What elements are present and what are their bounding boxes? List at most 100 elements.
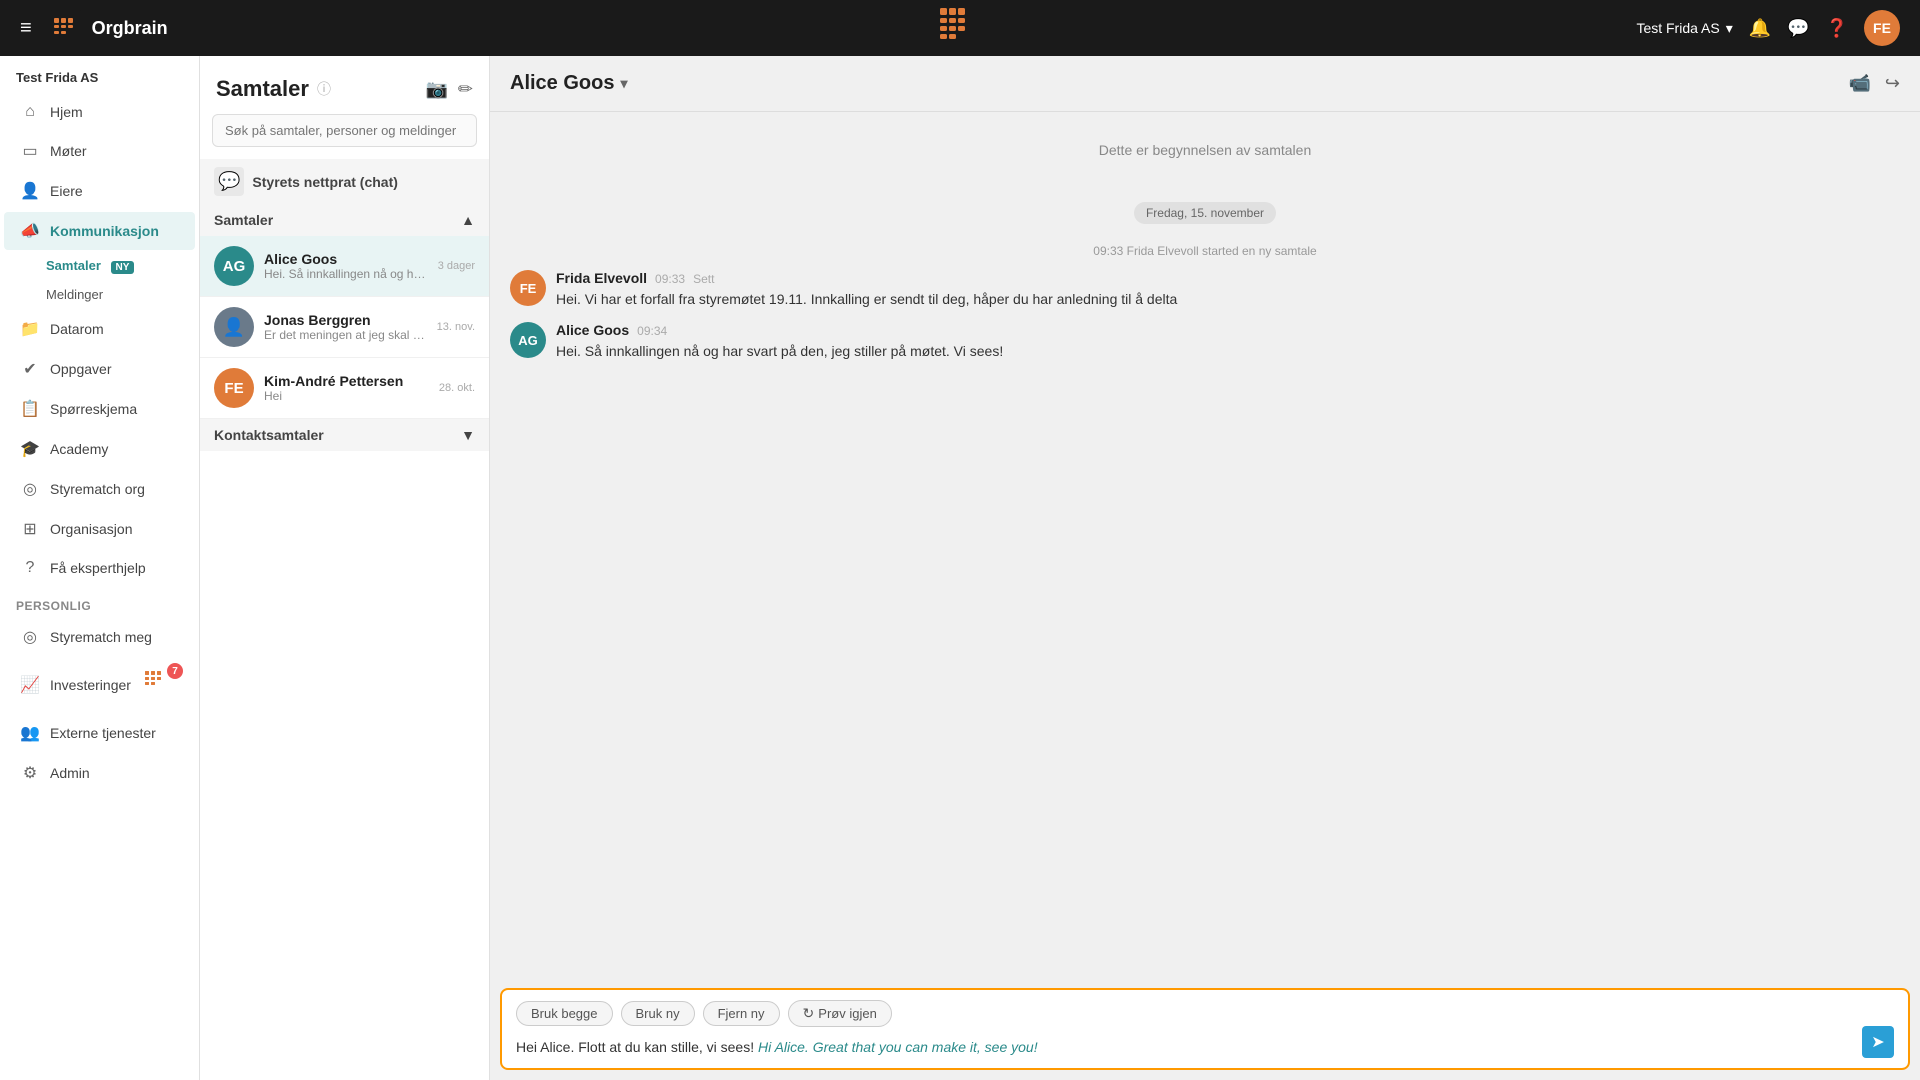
chat-contact-name[interactable]: Alice Goos ▾ bbox=[510, 72, 628, 95]
dataroom-icon: 📁 bbox=[20, 319, 40, 339]
chat-search-input[interactable] bbox=[212, 114, 477, 147]
chat-main: Alice Goos ▾ 📹 ↪ Dette er begynnelsen av… bbox=[490, 56, 1920, 1080]
meeting-icon: ▭ bbox=[20, 141, 40, 161]
sidebar-item-styrematch-org[interactable]: ◎ Styrematch org bbox=[4, 470, 195, 508]
compose-area: Bruk begge Bruk ny Fjern ny ↻ Prøv igjen… bbox=[500, 988, 1910, 1070]
sidebar-item-kommunikasjon[interactable]: 📣 Kommunikasjon bbox=[4, 212, 195, 250]
chat-start-label: Dette er begynnelsen av samtalen bbox=[510, 142, 1900, 158]
sidebar-item-academy[interactable]: 🎓 Academy bbox=[4, 430, 195, 468]
sidebar-label-oppgaver: Oppgaver bbox=[50, 361, 111, 377]
prov-igjen-label: Prøv igjen bbox=[818, 1006, 877, 1021]
avatar-kim-andre-pettersen: FE bbox=[214, 368, 254, 408]
video-add-icon[interactable]: 📷 bbox=[425, 79, 447, 100]
samtaler-section-label: Samtaler bbox=[214, 212, 273, 228]
kontaktsamtaler-collapse-icon[interactable]: ▼ bbox=[461, 427, 475, 443]
sidebar-label-eiere: Eiere bbox=[50, 183, 83, 199]
compose-suggestions: Bruk begge Bruk ny Fjern ny ↻ Prøv igjen bbox=[516, 1000, 1894, 1027]
samtaler-info-icon[interactable]: ⓘ bbox=[317, 79, 331, 99]
chat-preview-kim-andre-pettersen: Hei bbox=[264, 389, 429, 403]
styrematch-meg-icon: ◎ bbox=[20, 627, 40, 647]
avatar-alice-goos: AG bbox=[214, 246, 254, 286]
sidebar-label-moter: Møter bbox=[50, 143, 87, 159]
sidebar-item-styrematch-meg[interactable]: ◎ Styrematch meg bbox=[4, 618, 195, 656]
send-button[interactable]: ➤ bbox=[1862, 1026, 1894, 1058]
leave-chat-icon[interactable]: ↪ bbox=[1885, 73, 1900, 94]
compose-text[interactable]: Hei Alice. Flott at du kan stille, vi se… bbox=[516, 1037, 1894, 1058]
sidebar-item-eiere[interactable]: 👤 Eiere bbox=[4, 172, 195, 210]
chat-messages: Dette er begynnelsen av samtalen Fredag,… bbox=[490, 112, 1920, 978]
msg-header-alice: Alice Goos 09:34 bbox=[556, 322, 1900, 338]
sidebar-item-datarom[interactable]: 📁 Datarom bbox=[4, 310, 195, 348]
compose-translated-text: Hi Alice. Great that you can make it, se… bbox=[754, 1039, 1038, 1055]
user-avatar[interactable]: FE bbox=[1864, 10, 1900, 46]
msg-sender-alice: Alice Goos bbox=[556, 322, 629, 338]
chat-group-icon: 💬 bbox=[214, 167, 244, 196]
org-icon: ⊞ bbox=[20, 519, 40, 539]
msg-sender-frida: Frida Elvevoll bbox=[556, 270, 647, 286]
sidebar-sub-meldinger[interactable]: Meldinger bbox=[0, 280, 199, 309]
chat-item-alice-goos[interactable]: AG Alice Goos Hei. Så innkallingen nå og… bbox=[200, 236, 489, 297]
sidebar-item-eksperthjelp[interactable]: ? Få eksperthjelp bbox=[4, 550, 195, 586]
compose-icon[interactable]: ✏ bbox=[458, 79, 473, 100]
chat-icon[interactable]: 💬 bbox=[1787, 18, 1809, 39]
sidebar-sub-samtaler[interactable]: Samtaler NY bbox=[0, 251, 199, 280]
message-row-frida: FE Frida Elvevoll 09:33 Sett Hei. Vi har… bbox=[510, 270, 1900, 310]
sidebar-item-hjem[interactable]: ⌂ Hjem bbox=[4, 94, 195, 130]
chat-info-alice-goos: Alice Goos Hei. Så innkallingen nå og ha… bbox=[264, 251, 428, 281]
chat-header: Alice Goos ▾ 📹 ↪ bbox=[490, 56, 1920, 112]
sidebar-item-sporreskjema[interactable]: 📋 Spørreskjema bbox=[4, 390, 195, 428]
topbar-right: Test Frida AS ▾ 🔔 💬 ❓ FE bbox=[1636, 10, 1900, 46]
contact-dropdown-icon: ▾ bbox=[620, 75, 627, 92]
sidebar-item-organisasjon[interactable]: ⊞ Organisasjon bbox=[4, 510, 195, 548]
main-layout: Test Frida AS ⌂ Hjem ▭ Møter 👤 Eiere 📣 K… bbox=[0, 56, 1920, 1080]
chat-time-jonas-berggren: 13. nov. bbox=[437, 321, 475, 333]
logo-text: Orgbrain bbox=[92, 18, 168, 39]
sidebar-item-moter[interactable]: ▭ Møter bbox=[4, 132, 195, 170]
logo: Orgbrain bbox=[48, 10, 168, 46]
external-services-icon: 👥 bbox=[20, 723, 40, 743]
contact-name-text: Alice Goos bbox=[510, 72, 614, 95]
org-name-label: Test Frida AS bbox=[1636, 20, 1719, 36]
sidebar-label-hjem: Hjem bbox=[50, 104, 83, 120]
msg-time-frida: 09:33 bbox=[655, 272, 685, 286]
samtaler-label: Samtaler bbox=[46, 258, 101, 273]
chat-item-kim-andre-pettersen[interactable]: FE Kim-André Pettersen Hei 28. okt. bbox=[200, 358, 489, 419]
compose-original-text: Hei Alice. Flott at du kan stille, vi se… bbox=[516, 1039, 754, 1055]
tasks-icon: ✔ bbox=[20, 359, 40, 379]
sidebar-item-oppgaver[interactable]: ✔ Oppgaver bbox=[4, 350, 195, 388]
styrets-nettprat-header[interactable]: 💬 Styrets nettprat (chat) bbox=[200, 159, 489, 204]
kontaktsamtaler-header[interactable]: Kontaktsamtaler ▼ bbox=[200, 419, 489, 451]
system-message: 09:33 Frida Elvevoll started en ny samta… bbox=[510, 244, 1900, 258]
samtaler-collapse-icon[interactable]: ▲ bbox=[461, 212, 475, 228]
sidebar-item-externe-tjenester[interactable]: 👥 Externe tjenester bbox=[4, 714, 195, 752]
help-icon[interactable]: ❓ bbox=[1826, 18, 1848, 39]
group-label: 💬 Styrets nettprat (chat) bbox=[214, 167, 398, 196]
video-call-icon[interactable]: 📹 bbox=[1848, 73, 1870, 94]
sidebar-label-sporreskjema: Spørreskjema bbox=[50, 401, 137, 417]
msg-text-alice: Hei. Så innkallingen nå og har svart på … bbox=[556, 341, 1900, 362]
chat-preview-jonas-berggren: Er det meningen at jeg skal delt... bbox=[264, 328, 427, 342]
org-selector[interactable]: Test Frida AS ▾ bbox=[1636, 20, 1732, 37]
sidebar-item-investeringer[interactable]: 📈 Investeringer bbox=[4, 658, 195, 712]
menu-icon[interactable]: ≡ bbox=[20, 17, 32, 40]
msg-text-frida: Hei. Vi har et forfall fra styremøtet 19… bbox=[556, 289, 1900, 310]
sidebar-item-admin[interactable]: ⚙ Admin bbox=[4, 754, 195, 792]
chat-item-jonas-berggren[interactable]: 👤 Jonas Berggren Er det meningen at jeg … bbox=[200, 297, 489, 358]
sidebar-label-externe-tjenester: Externe tjenester bbox=[50, 725, 156, 741]
prov-igjen-button[interactable]: ↻ Prøv igjen bbox=[788, 1000, 892, 1027]
sidebar-label-academy: Academy bbox=[50, 441, 108, 457]
group-label-text: Styrets nettprat (chat) bbox=[252, 174, 397, 190]
fjern-ny-button[interactable]: Fjern ny bbox=[703, 1001, 780, 1026]
retry-icon: ↻ bbox=[803, 1005, 815, 1022]
samtaler-group-header[interactable]: Samtaler ▲ bbox=[200, 204, 489, 236]
chat-list-actions: 📷 ✏ bbox=[425, 79, 473, 100]
expert-icon: ? bbox=[20, 559, 40, 577]
bruk-ny-button[interactable]: Bruk ny bbox=[621, 1001, 695, 1026]
sidebar-label-admin: Admin bbox=[50, 765, 90, 781]
bruk-begge-button[interactable]: Bruk begge bbox=[516, 1001, 613, 1026]
msg-content-frida: Frida Elvevoll 09:33 Sett Hei. Vi har et… bbox=[556, 270, 1900, 310]
msg-time-alice: 09:34 bbox=[637, 324, 667, 338]
topbar-left: ≡ Orgbrain bbox=[20, 10, 168, 46]
notification-icon[interactable]: 🔔 bbox=[1749, 18, 1771, 39]
chat-info-jonas-berggren: Jonas Berggren Er det meningen at jeg sk… bbox=[264, 312, 427, 342]
